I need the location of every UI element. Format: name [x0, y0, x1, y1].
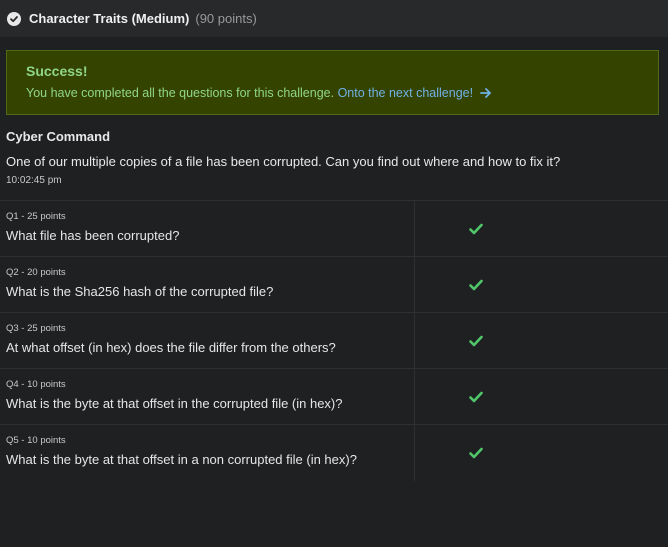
question-meta: Q4 - 10 points — [6, 379, 66, 390]
challenge-points: (90 points) — [195, 11, 257, 26]
alert-message-text: You have completed all the questions for… — [26, 86, 335, 100]
question-status — [415, 425, 668, 481]
question-status — [415, 313, 668, 368]
question-text: What is the byte at that offset in the c… — [6, 396, 343, 411]
arrow-right-icon — [479, 88, 491, 98]
question-text: What file has been corrupted? — [6, 228, 180, 243]
questions-table: Q1 - 25 points What file has been corrup… — [0, 200, 668, 481]
question-status — [415, 369, 668, 424]
question-row: Q1 - 25 points What file has been corrup… — [0, 201, 668, 257]
next-challenge-link[interactable]: Onto the next challenge! — [338, 86, 492, 100]
alert-message: You have completed all the questions for… — [26, 86, 658, 100]
question-status — [415, 201, 668, 256]
challenge-description: One of our multiple copies of a file has… — [6, 154, 561, 169]
check-icon — [468, 447, 483, 459]
challenge-title: Character Traits (Medium) — [29, 11, 190, 26]
question-meta: Q1 - 25 points — [6, 211, 66, 222]
challenge-timestamp: 10:02:45 pm — [6, 175, 62, 186]
question-cell: Q2 - 20 points What is the Sha256 hash o… — [0, 257, 415, 312]
question-meta: Q3 - 25 points — [6, 323, 66, 334]
next-challenge-link-label: Onto the next challenge! — [337, 86, 474, 100]
check-icon — [468, 223, 483, 234]
question-row: Q3 - 25 points At what offset (in hex) d… — [0, 313, 668, 369]
question-cell: Q4 - 10 points What is the byte at that … — [0, 369, 415, 424]
challenge-author: Cyber Command — [6, 129, 111, 144]
challenge-info: Cyber Command One of our multiple copies… — [6, 129, 656, 186]
challenge-header: Character Traits (Medium) (90 points) — [0, 0, 668, 37]
question-row: Q2 - 20 points What is the Sha256 hash o… — [0, 257, 668, 313]
question-row: Q4 - 10 points What is the byte at that … — [0, 369, 668, 425]
question-text: What is the byte at that offset in a non… — [6, 452, 357, 467]
question-cell: Q1 - 25 points What file has been corrup… — [0, 201, 415, 256]
question-meta: Q2 - 20 points — [6, 267, 66, 278]
check-icon — [468, 279, 483, 290]
alert-title: Success! — [26, 63, 88, 79]
question-cell: Q3 - 25 points At what offset (in hex) d… — [0, 313, 415, 368]
success-alert: Success! You have completed all the ques… — [6, 50, 659, 115]
question-row: Q5 - 10 points What is the byte at that … — [0, 425, 668, 481]
question-cell: Q5 - 10 points What is the byte at that … — [0, 425, 415, 481]
check-circle-icon — [7, 11, 21, 26]
check-icon — [468, 391, 483, 402]
question-status — [415, 257, 668, 312]
question-meta: Q5 - 10 points — [6, 435, 66, 446]
check-icon — [468, 335, 483, 346]
question-text: At what offset (in hex) does the file di… — [6, 340, 336, 355]
question-text: What is the Sha256 hash of the corrupted… — [6, 284, 274, 299]
